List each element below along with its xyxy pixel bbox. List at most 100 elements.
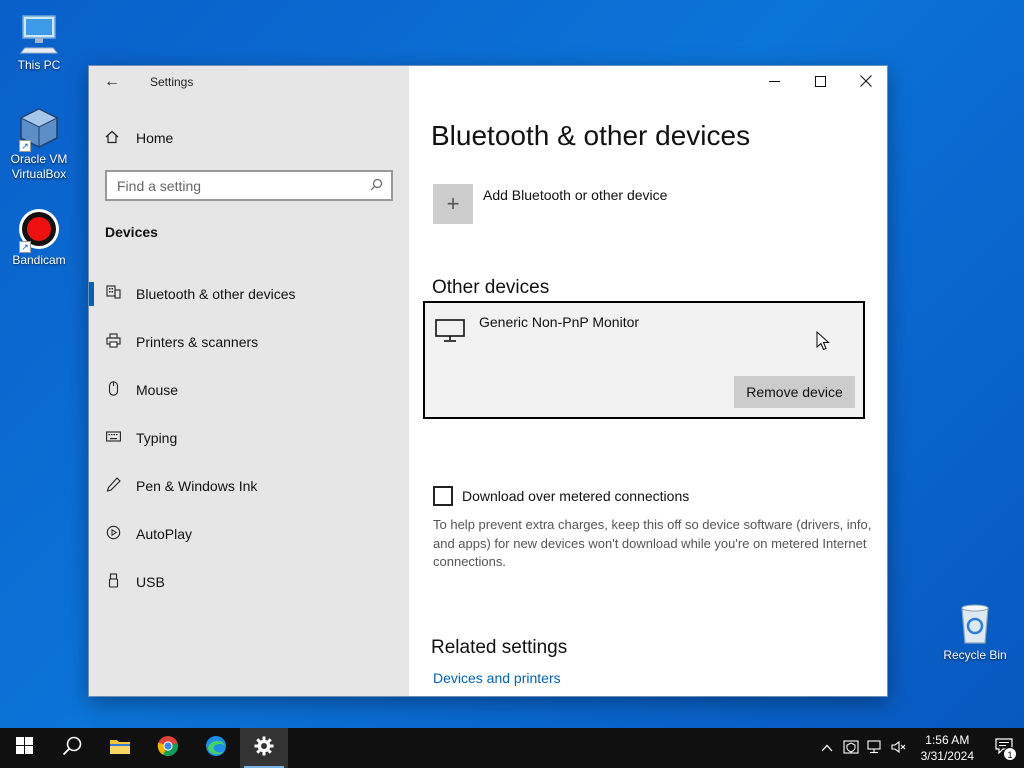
sidebar-item-autoplay[interactable]: AutoPlay xyxy=(89,510,409,558)
search-box[interactable] xyxy=(105,170,393,201)
desktop-icon-label: Recycle Bin xyxy=(943,648,1007,662)
desktop-icon-label: Bandicam xyxy=(12,253,66,267)
back-arrow-icon: ← xyxy=(104,73,120,90)
sidebar-item-label: Bluetooth & other devices xyxy=(136,286,296,302)
sidebar-item-usb[interactable]: USB xyxy=(89,558,409,606)
sidebar-item-label: AutoPlay xyxy=(136,526,193,542)
desktop-icon-recycle-bin[interactable]: Recycle Bin xyxy=(939,602,1011,663)
clock-time: 1:56 AM xyxy=(925,733,970,747)
autoplay-icon xyxy=(105,525,121,543)
sidebar-item-bluetooth[interactable]: Bluetooth & other devices xyxy=(89,270,409,318)
add-device-label: Add Bluetooth or other device xyxy=(483,187,668,203)
notification-count-badge: 1 xyxy=(1003,747,1017,761)
mouse-cursor-icon xyxy=(816,331,830,351)
metered-help-text: To help prevent extra charges, keep this… xyxy=(433,517,872,569)
maximize-icon xyxy=(814,74,826,90)
sidebar-item-mouse[interactable]: Mouse xyxy=(89,366,409,414)
taskbar-clock[interactable]: 1:56 AM 3/31/2024 xyxy=(911,732,984,764)
monitor-icon xyxy=(435,319,465,348)
bluetooth-devices-icon xyxy=(105,285,121,303)
settings-sidebar: ← Settings Home Devices Bluetooth & othe… xyxy=(89,66,409,696)
virtualbox-icon: ↗ xyxy=(17,106,61,152)
remove-device-button[interactable]: Remove device xyxy=(734,376,855,408)
home-label: Home xyxy=(136,130,174,146)
maximize-button[interactable] xyxy=(797,66,843,98)
minimize-icon xyxy=(768,74,780,90)
mouse-icon xyxy=(105,381,121,399)
show-hidden-icons-button[interactable] xyxy=(815,728,839,768)
volume-muted-icon xyxy=(891,740,907,757)
related-settings-heading: Related settings xyxy=(431,637,568,658)
sidebar-item-label: Mouse xyxy=(136,382,179,398)
sidebar-item-label: Printers & scanners xyxy=(136,334,259,350)
action-center-button[interactable]: 1 xyxy=(984,728,1024,768)
chrome-icon xyxy=(157,735,179,762)
edge-icon xyxy=(205,735,227,762)
settings-content: Bluetooth & other devices + Add Bluetoot… xyxy=(409,66,887,696)
search-input[interactable] xyxy=(117,177,370,194)
sidebar-home[interactable]: Home xyxy=(105,126,173,150)
minimize-button[interactable] xyxy=(751,66,797,98)
device-name: Generic Non-PnP Monitor xyxy=(479,314,640,330)
shortcut-arrow-icon: ↗ xyxy=(19,140,31,152)
windows-logo-icon xyxy=(15,737,33,759)
desktop-icon-this-pc[interactable]: This PC xyxy=(3,12,75,73)
network-icon xyxy=(867,739,883,757)
tray-network-button[interactable] xyxy=(863,728,887,768)
window-controls xyxy=(751,66,887,98)
usb-icon xyxy=(105,573,121,591)
close-button[interactable] xyxy=(843,66,887,98)
taskbar: 1:56 AM 3/31/2024 1 xyxy=(0,728,1024,768)
taskbar-settings[interactable] xyxy=(240,728,288,768)
desktop-icon-label: Oracle VM VirtualBox xyxy=(10,152,68,181)
desktop-icon-virtualbox[interactable]: ↗ Oracle VM VirtualBox xyxy=(3,106,75,182)
other-devices-heading: Other devices xyxy=(432,277,550,298)
search-button[interactable] xyxy=(48,728,96,768)
shield-icon xyxy=(843,739,859,757)
keyboard-icon xyxy=(105,429,121,447)
metered-checkbox-label: Download over metered connections xyxy=(462,488,690,504)
tray-volume-button[interactable] xyxy=(887,728,911,768)
bandicam-icon: ↗ xyxy=(17,207,61,253)
plus-icon: + xyxy=(433,184,473,224)
sidebar-item-label: Pen & Windows Ink xyxy=(136,478,258,494)
shortcut-arrow-icon: ↗ xyxy=(19,241,31,253)
printer-icon xyxy=(105,333,121,351)
start-button[interactable] xyxy=(0,728,48,768)
pen-icon xyxy=(105,477,121,495)
page-title: Bluetooth & other devices xyxy=(431,120,751,151)
taskbar-edge[interactable] xyxy=(192,728,240,768)
sidebar-item-label: USB xyxy=(136,574,165,590)
clock-date: 3/31/2024 xyxy=(920,749,974,763)
desktop-icon-bandicam[interactable]: ↗ Bandicam xyxy=(3,207,75,268)
desktop-icon-label: This PC xyxy=(17,58,61,72)
taskbar-file-explorer[interactable] xyxy=(96,728,144,768)
app-title: Settings xyxy=(150,75,194,89)
search-icon xyxy=(62,736,82,761)
devices-and-printers-link[interactable]: Devices and printers xyxy=(433,670,561,686)
metered-checkbox[interactable] xyxy=(433,486,453,506)
taskbar-chrome[interactable] xyxy=(144,728,192,768)
add-device-button[interactable]: + Add Bluetooth or other device xyxy=(433,184,667,224)
back-button[interactable]: ← xyxy=(89,66,135,98)
gear-icon xyxy=(254,736,274,761)
chevron-up-icon xyxy=(821,741,833,755)
recycle-bin-icon xyxy=(953,602,997,646)
system-tray: 1:56 AM 3/31/2024 1 xyxy=(815,728,1024,768)
computer-icon xyxy=(17,12,61,56)
folder-icon xyxy=(109,737,131,760)
sidebar-nav: Bluetooth & other devices Printers & sca… xyxy=(89,270,409,606)
sidebar-item-label: Typing xyxy=(136,430,178,446)
tray-security-button[interactable] xyxy=(839,728,863,768)
settings-window: ← Settings Home Devices Bluetooth & othe… xyxy=(88,65,888,697)
sidebar-item-pen[interactable]: Pen & Windows Ink xyxy=(89,462,409,510)
close-icon xyxy=(860,74,872,90)
sidebar-item-typing[interactable]: Typing xyxy=(89,414,409,462)
device-card-monitor[interactable]: Generic Non-PnP Monitor Remove device xyxy=(423,301,865,419)
section-label-devices: Devices xyxy=(105,224,158,240)
search-icon[interactable] xyxy=(370,178,383,194)
home-icon xyxy=(105,130,121,147)
sidebar-item-printers[interactable]: Printers & scanners xyxy=(89,318,409,366)
metered-setting[interactable]: Download over metered connections xyxy=(433,486,689,506)
title-bar: ← Settings xyxy=(89,66,409,98)
